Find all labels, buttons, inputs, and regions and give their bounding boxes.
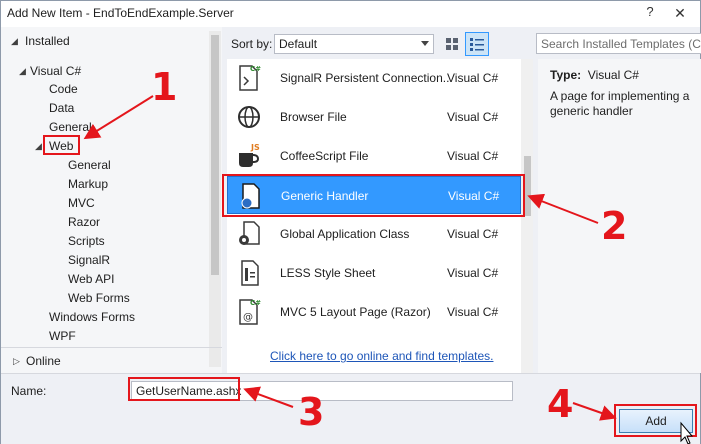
- search-input[interactable]: Search Installed Templates (Ctrl+E): [536, 33, 701, 54]
- collapse-arrow-icon[interactable]: ◢: [11, 34, 18, 48]
- annotation-box-add: [614, 404, 697, 437]
- annotation-number-2: 2: [601, 204, 628, 248]
- annotation-number-1: 1: [151, 65, 178, 109]
- collapse-arrow-icon[interactable]: ◢: [35, 139, 42, 153]
- template-row-browser-file[interactable]: Browser File Visual C#: [227, 98, 521, 136]
- sort-dropdown[interactable]: Default: [274, 34, 434, 54]
- template-name: SignalR Persistent Connection...: [280, 71, 453, 85]
- coffee-icon: JS: [239, 143, 260, 167]
- template-name: CoffeeScript File: [280, 149, 369, 163]
- template-list-scrollbar-thumb[interactable]: [524, 156, 531, 216]
- template-type: Type: Visual C#: [550, 68, 639, 82]
- tree-item-web-api[interactable]: Web API: [68, 272, 114, 286]
- annotation-number-3: 3: [298, 390, 325, 434]
- template-row-signalr[interactable]: C# SignalR Persistent Connection... Visu…: [227, 59, 521, 97]
- annotation-box-generic-handler: [222, 174, 525, 217]
- template-row-coffeescript[interactable]: JS CoffeeScript File Visual C#: [227, 137, 521, 175]
- list-view-icon: [470, 38, 484, 51]
- sort-value: Default: [279, 37, 318, 51]
- template-row-mvc5-layout-page[interactable]: @ C# MVC 5 Layout Page (Razor) Visual C#: [227, 293, 521, 331]
- tree-item-mvc[interactable]: MVC: [68, 196, 95, 210]
- svg-text:@: @: [243, 312, 253, 323]
- annotation-box-web: [43, 135, 80, 155]
- template-language: Visual C#: [447, 149, 499, 163]
- name-label: Name:: [11, 384, 47, 398]
- title-bar: Add New Item - EndToEndExample.Server ? …: [1, 1, 700, 27]
- template-language: Visual C#: [447, 71, 499, 85]
- tree-item-online[interactable]: Online: [26, 354, 61, 368]
- type-value: Visual C#: [587, 68, 639, 82]
- tree-item-markup[interactable]: Markup: [68, 177, 108, 191]
- help-button[interactable]: ?: [641, 4, 659, 22]
- tree-item-visual-csharp[interactable]: Visual C#: [30, 64, 81, 78]
- template-language: Visual C#: [447, 227, 499, 241]
- tree-item-wpf[interactable]: WPF: [49, 329, 76, 343]
- sort-label: Sort by:: [231, 37, 273, 51]
- tree-item-web-forms[interactable]: Web Forms: [68, 291, 130, 305]
- tree-item-data[interactable]: Data: [49, 101, 74, 115]
- template-row-global-application-class[interactable]: Global Application Class Visual C#: [227, 215, 521, 253]
- template-language: Visual C#: [447, 305, 499, 319]
- chevron-down-icon: [421, 41, 429, 46]
- tree-item-signalr[interactable]: SignalR: [68, 253, 110, 267]
- close-button[interactable]: ✕: [665, 3, 695, 23]
- annotation-number-4: 4: [547, 382, 574, 426]
- razor-icon: @ C#: [239, 299, 261, 325]
- collapse-arrow-icon[interactable]: ◢: [19, 64, 26, 78]
- type-label: Type:: [550, 68, 582, 82]
- list-view-button[interactable]: [465, 32, 489, 56]
- signalr-icon: C#: [239, 65, 261, 91]
- tree-scrollbar-thumb[interactable]: [211, 35, 219, 275]
- tree-item-code[interactable]: Code: [49, 82, 78, 96]
- tree-item-windows-forms[interactable]: Windows Forms: [49, 310, 135, 324]
- small-icons-view-button[interactable]: [441, 33, 463, 55]
- template-name: LESS Style Sheet: [280, 266, 376, 280]
- online-templates-link[interactable]: Click here to go online and find templat…: [270, 349, 493, 363]
- template-language: Visual C#: [447, 110, 499, 124]
- svg-text:JS: JS: [250, 143, 260, 152]
- annotation-box-name: [128, 377, 240, 401]
- tree-item-scripts[interactable]: Scripts: [68, 234, 105, 248]
- svg-text:C#: C#: [250, 65, 261, 73]
- tree-item-installed[interactable]: Installed: [25, 34, 70, 48]
- tree-item-web-general[interactable]: General: [68, 158, 111, 172]
- template-description: A page for implementing a generic handle…: [550, 89, 690, 118]
- template-row-less-style-sheet[interactable]: LESS Style Sheet Visual C#: [227, 254, 521, 292]
- tree-divider: [1, 347, 222, 348]
- stylesheet-icon: [241, 260, 259, 286]
- svg-text:C#: C#: [250, 299, 261, 307]
- window-title: Add New Item - EndToEndExample.Server: [7, 6, 234, 20]
- grid-view-icon: [446, 38, 458, 50]
- gear-page-icon: [239, 221, 260, 245]
- tree-item-general[interactable]: General: [49, 120, 92, 134]
- template-name: MVC 5 Layout Page (Razor): [280, 305, 431, 319]
- template-language: Visual C#: [447, 266, 499, 280]
- expand-arrow-icon[interactable]: ▷: [13, 354, 20, 368]
- template-name: Browser File: [280, 110, 347, 124]
- globe-icon: [238, 106, 260, 128]
- add-new-item-dialog: Add New Item - EndToEndExample.Server ? …: [0, 0, 701, 444]
- template-name: Global Application Class: [280, 227, 410, 241]
- tree-item-razor[interactable]: Razor: [68, 215, 100, 229]
